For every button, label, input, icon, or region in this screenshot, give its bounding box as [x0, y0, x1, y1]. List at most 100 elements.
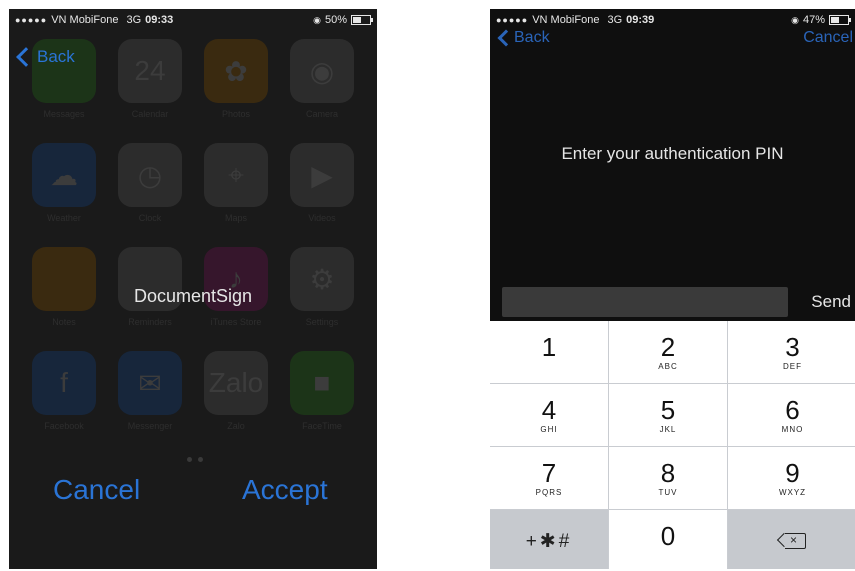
app-label: Facebook [44, 421, 84, 431]
app-label: Messages [43, 109, 85, 119]
page-dot [187, 457, 192, 462]
key-number: 8 [660, 458, 676, 488]
app-icon: ◷ Clock [115, 143, 185, 247]
app-label: Camera [305, 109, 338, 119]
app-label: Maps [224, 213, 247, 223]
status-time: 09:33 [145, 14, 174, 26]
accept-button[interactable]: Accept [242, 474, 328, 506]
app-tile: 24 [118, 39, 182, 103]
network-type: 3G [126, 14, 142, 26]
left-phone-screen: Messages 24 Calendar ✿ Photos ◉ Camera ☁ Weather… [9, 9, 377, 569]
app-label: Clock [138, 213, 162, 223]
app-icon: ⌖ Maps [201, 143, 271, 247]
battery-percent: 47% [802, 14, 825, 26]
app-icon: Zalo Zalo [201, 351, 271, 455]
key-9[interactable]: 9 WXYZ [728, 447, 855, 509]
pin-input[interactable] [502, 287, 788, 317]
key-number: 7 [541, 458, 557, 488]
backspace-key[interactable]: × [728, 510, 855, 569]
network-type: 3G [607, 14, 623, 26]
key-8[interactable]: 8 TUV [609, 447, 727, 509]
key-letters: TUV [658, 488, 678, 497]
key-letters: JKL [659, 425, 677, 434]
key-7[interactable]: 7 PQRS [490, 447, 608, 509]
battery-icon [351, 15, 373, 25]
app-tile: ◉ [290, 39, 354, 103]
back-button[interactable]: Back [16, 47, 75, 67]
key-number: 3 [785, 332, 800, 362]
pin-entry-panel: ●●●●● VN MobiFone 3G 09:39 ◉ 47% Back Ca… [490, 9, 855, 321]
key-symbols[interactable]: +✱# [490, 510, 608, 569]
location-icon: ◉ [791, 14, 799, 25]
app-tile: ■ [290, 351, 354, 415]
app-icon: ▶ Videos [287, 143, 357, 247]
key-number: 1 [541, 332, 557, 362]
status-time: 09:39 [626, 14, 655, 26]
app-icon: ■ FaceTime [287, 351, 357, 455]
app-label: Weather [47, 213, 81, 223]
status-bar: ●●●●● VN MobiFone 3G 09:33 ◉ 50% [9, 9, 377, 31]
app-icon: 24 Calendar [115, 39, 185, 143]
app-icon: ✉ Messenger [115, 351, 185, 455]
key-4[interactable]: 4 GHI [490, 384, 608, 446]
battery-icon [829, 15, 851, 25]
key-number: 9 [785, 458, 800, 488]
symbols-label: +✱# [525, 530, 573, 552]
app-label: Notes [52, 317, 76, 327]
app-label: Zalo [227, 421, 245, 431]
key-number: 4 [541, 395, 557, 425]
key-number: 5 [660, 395, 676, 425]
app-tile: ☁ [32, 143, 96, 207]
key-letters: DEF [783, 362, 802, 371]
app-tile: ◷ [118, 143, 182, 207]
signal-strength-icon: ●●●●● [15, 15, 48, 25]
key-6[interactable]: 6 MNO [728, 384, 855, 446]
key-2[interactable]: 2 ABC [609, 321, 727, 383]
key-3[interactable]: 3 DEF [728, 321, 855, 383]
key-0[interactable]: 0 [609, 510, 727, 569]
app-label: Photos [221, 109, 251, 119]
key-5[interactable]: 5 JKL [609, 384, 727, 446]
app-label: Videos [308, 213, 336, 223]
app-tile: ✿ [204, 39, 268, 103]
app-label: Reminders [128, 317, 172, 327]
numeric-keypad: 1 2 ABC 3 DEF 4 GHI 5 JKL 6 MNO 7 PQRS 8 TUV 9W… [490, 321, 855, 569]
signal-strength-icon: ●●●●● [496, 15, 529, 25]
app-tile: ⌖ [204, 143, 268, 207]
key-letters: WXYZ [778, 488, 807, 497]
key-letters: MNO [781, 425, 804, 434]
app-icon: ☁ Weather [29, 143, 99, 247]
cancel-button[interactable]: Cancel [803, 29, 853, 47]
app-tile: f [32, 351, 96, 415]
send-button[interactable]: Send [811, 292, 851, 312]
chevron-left-icon [497, 29, 515, 47]
carrier-name: VN MobiFone [532, 14, 600, 26]
app-tile: Zalo [204, 351, 268, 415]
location-icon: ◉ [313, 14, 321, 25]
back-label: Back [37, 47, 75, 66]
key-letters: ABC [658, 362, 678, 371]
app-icon: ✿ Photos [201, 39, 271, 143]
app-label: FaceTime [302, 421, 342, 431]
key-letters: GHI [540, 425, 558, 434]
app-label: Calendar [131, 109, 169, 119]
app-label: Messenger [127, 421, 173, 431]
battery-percent: 50% [324, 14, 347, 26]
app-icon: f Facebook [29, 351, 99, 455]
backspace-icon: × [785, 533, 806, 549]
back-button[interactable]: Back [497, 29, 550, 47]
page-indicator [187, 457, 203, 462]
pin-input-row: Send [502, 285, 855, 319]
key-number: 2 [660, 332, 676, 362]
cancel-button[interactable]: Cancel [53, 474, 140, 506]
app-label: Settings [305, 317, 339, 327]
status-bar: ●●●●● VN MobiFone 3G 09:39 ◉ 47% [490, 9, 855, 31]
key-letters: PQRS [535, 488, 563, 497]
key-1[interactable]: 1 [490, 321, 608, 383]
right-phone-screen: ●●●●● VN MobiFone 3G 09:39 ◉ 47% Back Ca… [490, 9, 855, 569]
app-tile: ▶ [290, 143, 354, 207]
app-icon: ◉ Camera [287, 39, 357, 143]
app-label: iTunes Store [210, 317, 262, 327]
key-number: 6 [785, 395, 800, 425]
pin-prompt: Enter your authentication PIN [561, 144, 784, 163]
